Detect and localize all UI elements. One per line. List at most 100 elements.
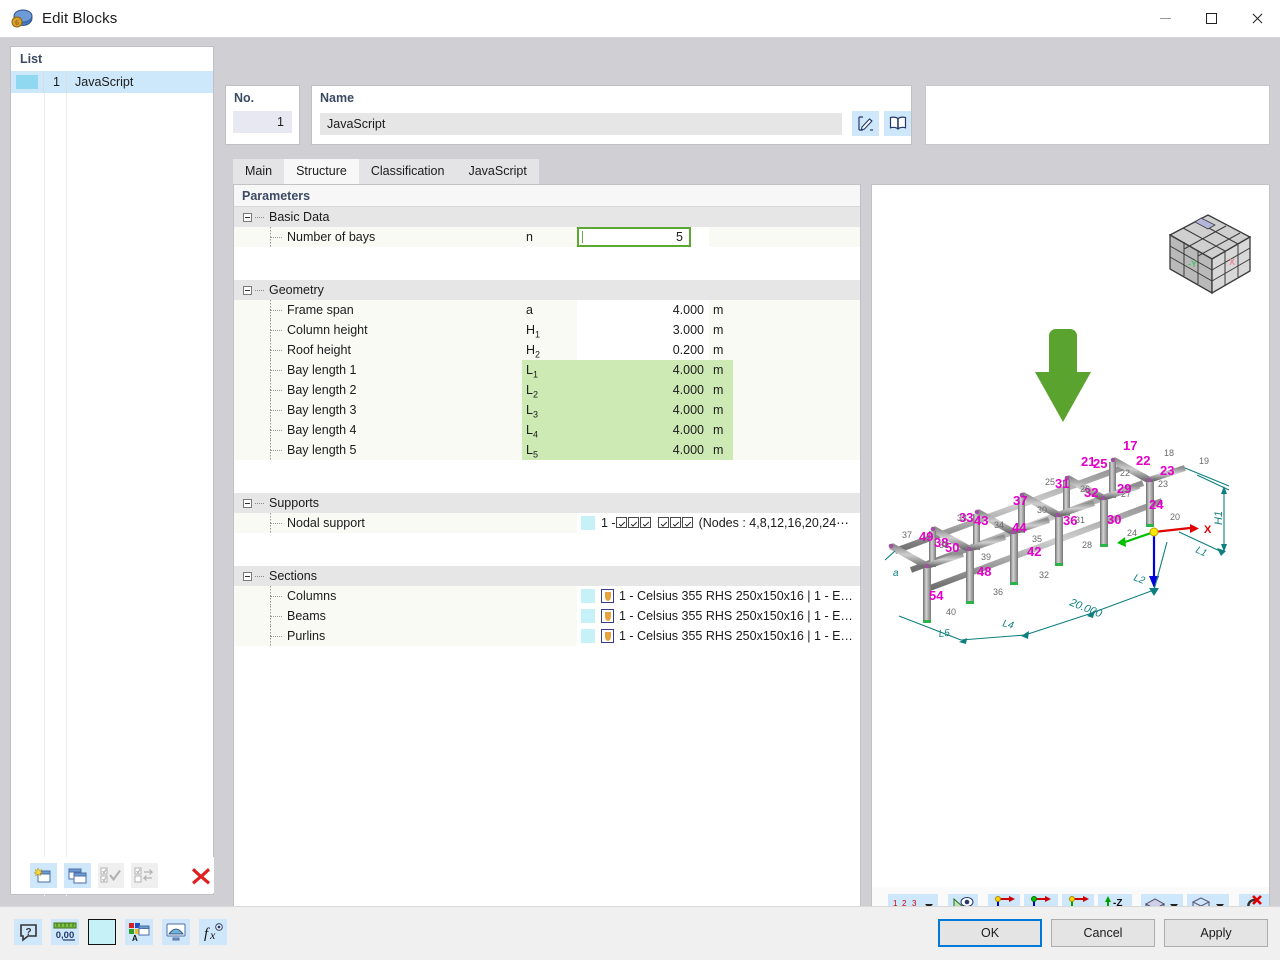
nodal-support-value[interactable]: 1 - (Nodes : 4,8,12,16,20,24⋯ [577,513,860,533]
tab-main[interactable]: Main [233,159,284,184]
tree-dots [255,217,264,218]
node-label: 43 [974,513,988,528]
visual-settings-button[interactable] [162,919,190,945]
parameter-label: Number of bays [287,230,375,244]
tree-dots [270,616,282,617]
formula-button[interactable]: f x [199,919,227,945]
object-color-swatch [581,629,595,643]
edit-description-button[interactable] [852,111,879,136]
section-value[interactable]: 1 - Celsius 355 RHS 250x150x16 | 1 - E… [577,626,860,646]
help-button[interactable]: ? [14,919,42,945]
parameter-value[interactable]: 3.000 [577,320,709,340]
support-checkbox-phiz[interactable] [682,517,693,528]
parameter-label-cell: Columns [234,586,522,606]
delete-block-button[interactable] [187,863,214,888]
node-label-small: 31 [1075,515,1085,525]
parameter-label: Bay length 3 [287,403,357,417]
parameter-row-frame-span[interactable]: Frame spana4.000m [234,300,860,320]
parameter-label: Bay length 1 [287,363,357,377]
support-checkbox-phiy[interactable] [670,517,681,528]
parameter-row-nodal-support[interactable]: Nodal support 1 - (Nodes : 4,8,12,16,20,… [234,513,860,533]
parameter-value[interactable]: 4.000 [577,400,709,420]
parameter-value[interactable]: 4.000 [577,420,709,440]
parameter-group-basic-data[interactable]: Basic Data [234,207,860,227]
tab-javascript[interactable]: JavaScript [456,159,538,184]
support-checkbox-uz[interactable] [640,517,651,528]
parameter-row-filler [733,380,860,400]
units-button[interactable]: 0,00 [51,919,79,945]
parameter-label-cell: Bay length 2 [234,380,522,400]
number-value[interactable]: 1 [233,111,292,133]
tab-structure[interactable]: Structure [284,159,359,184]
parameter-row-filler [733,320,860,340]
symbol-subscript: 5 [533,450,538,460]
parameter-unit: m [709,420,733,440]
parameter-value[interactable]: 4.000 [577,360,709,380]
tab-classification[interactable]: Classification [359,159,457,184]
nodal-support-prefix: 1 - [601,513,616,533]
section-value[interactable]: 1 - Celsius 355 RHS 250x150x16 | 1 - E… [577,606,860,626]
node-label-small: 28 [1082,540,1092,550]
navigation-cube[interactable]: -Y X [1160,207,1260,302]
parameter-row-filler [733,340,860,360]
tree-dots [270,310,282,311]
collapse-toggle-icon[interactable] [243,213,252,222]
ok-button[interactable]: OK [938,919,1042,947]
collapse-toggle-icon[interactable] [243,286,252,295]
parameter-label-cell: Bay length 4 [234,420,522,440]
dialog-body: List 1 JavaScript [0,38,1280,906]
parameter-row-purlins[interactable]: Purlins 1 - Celsius 355 RHS 250x150x16 | … [234,626,860,646]
new-block-button[interactable] [30,863,57,888]
structure-model-3d[interactable]: X [877,420,1267,645]
collapse-toggle-icon[interactable] [243,572,252,581]
parameter-group-sections[interactable]: Sections [234,566,860,586]
parameter-row-roof-height[interactable]: Roof heightH20.200m [234,340,860,360]
parameter-row-columns[interactable]: Columns 1 - Celsius 355 RHS 250x150x16 | … [234,586,860,606]
parameter-row-bay-length-3[interactable]: Bay length 3L34.000m [234,400,860,420]
node-label-small: 18 [1164,448,1174,458]
collapse-toggle-icon[interactable] [243,499,252,508]
parameter-row-column-height[interactable]: Column heightH13.000m [234,320,860,340]
minimize-button[interactable] [1142,0,1188,38]
parameter-symbol [522,586,577,606]
symbol-base: L [526,443,533,457]
parameter-label: Purlins [287,629,325,643]
node-label: 17 [1123,438,1137,453]
model-viewport[interactable]: -Y X [871,184,1270,926]
section-text: 1 - Celsius 355 RHS 250x150x16 | 1 - E… [619,626,853,646]
library-button[interactable] [884,111,911,136]
name-input[interactable]: JavaScript [320,113,842,135]
cancel-button[interactable]: Cancel [1051,919,1155,947]
tree-dots [270,523,282,524]
parameter-row-bay-length-4[interactable]: Bay length 4L44.000m [234,420,860,440]
parameter-row-beams[interactable]: Beams1 - Celsius 355 RHS 250x150x16 | 1 … [234,606,860,626]
support-checkbox-uy[interactable] [628,517,639,528]
parameter-value[interactable]: 4.000 [577,300,709,320]
parameter-group-supports[interactable]: Supports [234,493,860,513]
parameter-row-bay-length-1[interactable]: Bay length 1L14.000m [234,360,860,380]
apply-button[interactable]: Apply [1164,919,1268,947]
parameter-row-bay-length-5[interactable]: Bay length 5L54.000m [234,440,860,460]
close-button[interactable] [1234,0,1280,38]
list-item[interactable]: 1 JavaScript [11,71,213,93]
color-button[interactable] [88,919,116,945]
section-value[interactable]: 1 - Celsius 355 RHS 250x150x16 | 1 - E… [577,586,860,606]
parameter-symbol: L2 [522,380,577,400]
parameter-row-number-of-bays[interactable]: Number of bays n 5 [234,227,860,247]
parameter-group-geometry[interactable]: Geometry [234,280,860,300]
edit-description-icon [857,115,875,132]
parameter-value[interactable]: 4.000 [577,440,709,460]
parameter-row-bay-length-2[interactable]: Bay length 2L24.000m [234,380,860,400]
display-properties-button[interactable]: A [125,919,153,945]
parameter-symbol: a [522,300,577,320]
parameter-value[interactable]: 0.200 [577,340,709,360]
maximize-button[interactable] [1188,0,1234,38]
number-of-bays-input[interactable]: 5 [577,227,691,247]
support-checkbox-phix[interactable] [658,517,669,528]
symbol-base: L [526,423,533,437]
symbol-subscript: 3 [533,410,538,420]
support-checkbox-ux[interactable] [616,517,627,528]
copy-block-button[interactable] [64,863,91,888]
parameter-value[interactable]: 4.000 [577,380,709,400]
row-spacer [234,460,860,480]
